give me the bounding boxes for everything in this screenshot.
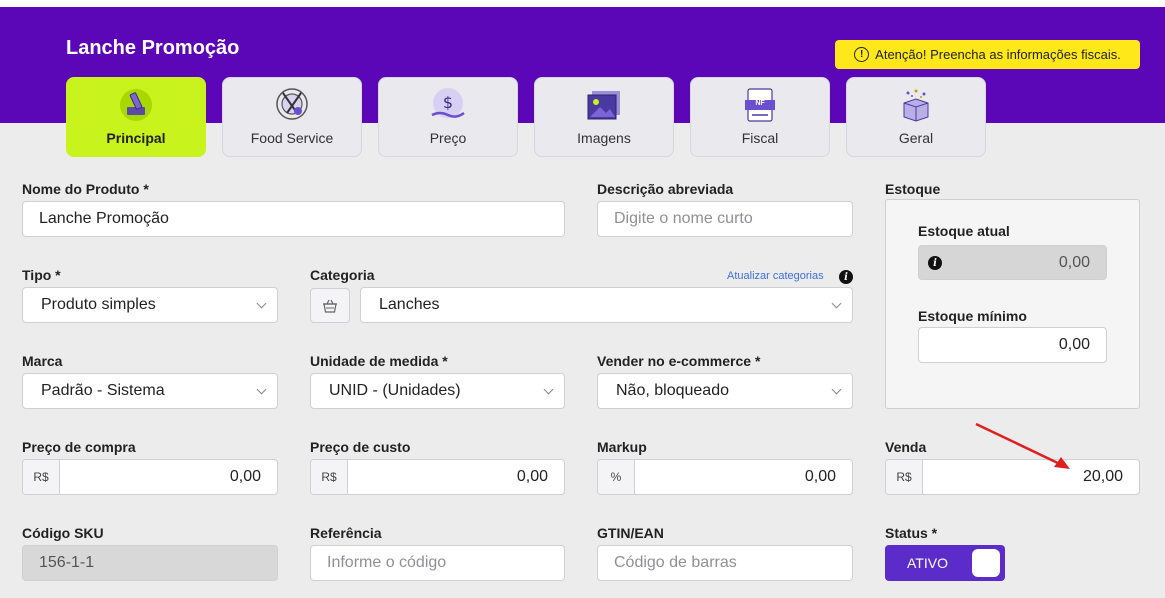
- status-toggle[interactable]: ATIVO: [885, 545, 1005, 581]
- tipo-select[interactable]: Produto simples: [22, 287, 278, 323]
- currency-prefix: R$: [23, 460, 60, 494]
- percent-prefix: %: [598, 460, 635, 494]
- categoria-value: Lanches: [379, 296, 440, 313]
- unidade-label: Unidade de medida *: [310, 353, 448, 369]
- estoque-minimo-label: Estoque mínimo: [918, 308, 1027, 324]
- preco-compra-label: Preço de compra: [22, 439, 136, 455]
- toggle-knob: [972, 549, 1000, 577]
- alert-text: Atenção! Preencha as informações fiscais…: [875, 47, 1121, 62]
- descricao-input[interactable]: Digite o nome curto: [597, 201, 853, 237]
- chevron-down-icon: [256, 384, 267, 394]
- chevron-down-icon: [256, 298, 267, 308]
- estoque-minimo-input[interactable]: 0,00: [918, 327, 1107, 363]
- page-title: Lanche Promoção: [66, 37, 240, 59]
- tab-fiscal[interactable]: NF Fiscal: [690, 77, 830, 157]
- status-text: ATIVO: [907, 555, 948, 571]
- unidade-value: UNID - (Unidades): [329, 382, 461, 399]
- descricao-label: Descrição abreviada: [597, 181, 734, 197]
- markup-input[interactable]: % 0,00: [597, 459, 853, 495]
- currency-prefix: R$: [311, 460, 348, 494]
- chevron-down-icon: [831, 298, 842, 308]
- tab-label: Imagens: [577, 130, 631, 146]
- unidade-select[interactable]: UNID - (Unidades): [310, 373, 565, 409]
- pencil-icon: [116, 86, 156, 124]
- preco-custo-input[interactable]: R$ 0,00: [310, 459, 565, 495]
- chevron-down-icon: [831, 384, 842, 394]
- tipo-value: Produto simples: [41, 296, 156, 313]
- markup-value: 0,00: [804, 468, 836, 485]
- referencia-label: Referência: [310, 525, 382, 541]
- referencia-input[interactable]: Informe o código: [310, 545, 565, 581]
- marca-value: Padrão - Sistema: [41, 382, 165, 399]
- venda-label: Venda: [885, 439, 927, 455]
- tab-food-service[interactable]: Food Service: [222, 77, 362, 157]
- tab-imagens[interactable]: Imagens: [534, 77, 674, 157]
- tipo-label: Tipo *: [22, 267, 61, 283]
- gtin-input[interactable]: Código de barras: [597, 545, 853, 581]
- estoque-atual-input: 0,00: [918, 245, 1107, 280]
- sku-input: 156-1-1: [22, 545, 278, 581]
- status-label: Status *: [885, 525, 938, 541]
- tab-geral[interactable]: Geral: [846, 77, 986, 157]
- estoque-atual-label: Estoque atual: [918, 223, 1010, 239]
- ecommerce-select[interactable]: Não, bloqueado: [597, 373, 853, 409]
- ecommerce-label: Vender no e-commerce *: [597, 353, 761, 369]
- marca-label: Marca: [22, 353, 63, 369]
- svg-text:$: $: [443, 93, 453, 112]
- chevron-down-icon: [543, 384, 554, 394]
- preco-custo-value: 0,00: [516, 468, 548, 485]
- basket-icon: [323, 299, 337, 313]
- currency-prefix: R$: [886, 460, 923, 494]
- box-icon: [896, 86, 936, 124]
- warning-icon: !: [854, 47, 870, 62]
- tab-label: Geral: [898, 130, 934, 146]
- tab-preco[interactable]: $ Preço: [378, 77, 518, 157]
- info-icon[interactable]: i: [839, 270, 853, 284]
- categoria-select[interactable]: Lanches: [360, 287, 853, 323]
- tab-label: Fiscal: [741, 130, 779, 146]
- marca-select[interactable]: Padrão - Sistema: [22, 373, 278, 409]
- tab-label: Principal: [106, 130, 166, 146]
- category-basket-button[interactable]: [310, 288, 350, 323]
- preco-compra-value: 0,00: [229, 468, 261, 485]
- annotation-arrow-icon: [975, 422, 1070, 469]
- atualizar-categorias-link[interactable]: Atualizar categorias: [727, 270, 824, 282]
- nome-label: Nome do Produto *: [22, 181, 149, 197]
- tab-principal[interactable]: Principal: [66, 77, 206, 157]
- info-icon[interactable]: i: [928, 256, 942, 270]
- images-icon: [584, 86, 624, 124]
- fiscal-icon: NF: [740, 86, 780, 124]
- sku-label: Código SKU: [22, 525, 104, 541]
- top-strip: [0, 0, 1165, 7]
- estoque-label: Estoque: [885, 181, 941, 197]
- preco-compra-input[interactable]: R$ 0,00: [22, 459, 278, 495]
- nome-input[interactable]: Lanche Promoção: [22, 201, 565, 237]
- tab-label: Food Service: [250, 130, 334, 146]
- tab-label: Preço: [429, 130, 467, 146]
- fiscal-badge: NF: [755, 100, 765, 107]
- preco-custo-label: Preço de custo: [310, 439, 411, 455]
- ecommerce-value: Não, bloqueado: [616, 382, 729, 399]
- estoque-atual-value: 0,00: [1058, 253, 1090, 271]
- gtin-label: GTIN/EAN: [597, 525, 664, 541]
- price-icon: $: [428, 86, 468, 124]
- food-service-icon: [272, 86, 312, 124]
- markup-label: Markup: [597, 439, 647, 455]
- categoria-label: Categoria: [310, 267, 375, 283]
- fiscal-alert[interactable]: ! Atenção! Preencha as informações fisca…: [835, 40, 1140, 69]
